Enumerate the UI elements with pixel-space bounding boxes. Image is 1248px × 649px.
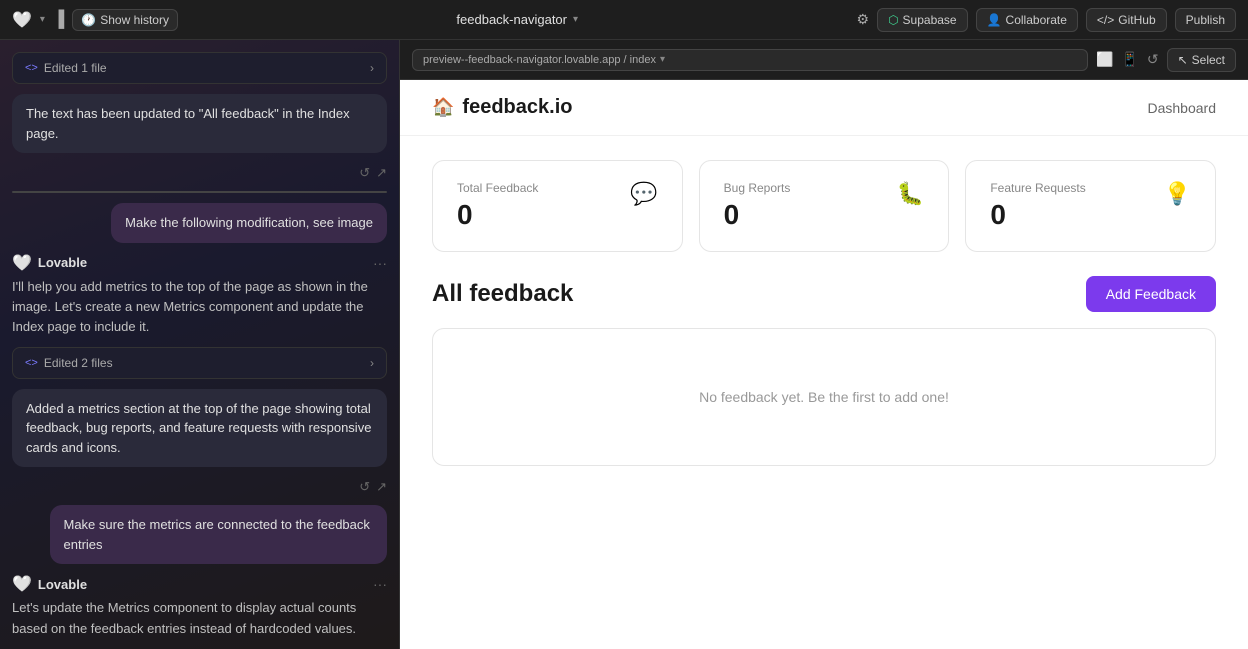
collaborate-button[interactable]: 👤 Collaborate bbox=[976, 8, 1078, 32]
refresh-icon-2[interactable]: ↺ bbox=[359, 479, 370, 495]
preview-top-bar: preview--feedback-navigator.lovable.app … bbox=[400, 40, 1248, 80]
url-bar[interactable]: preview--feedback-navigator.lovable.app … bbox=[412, 49, 1088, 71]
app-logo: 🏠 feedback.io bbox=[432, 96, 572, 119]
chat-messages: <> Edited 1 file › The text has been upd… bbox=[0, 40, 399, 649]
preview-actions: ⬜ 📱 ↺ ↖ Select bbox=[1096, 48, 1236, 72]
history-icon: 🕐 bbox=[81, 13, 96, 27]
main-area: <> Edited 1 file › The text has been upd… bbox=[0, 40, 1248, 649]
show-history-button[interactable]: 🕐 Show history bbox=[72, 9, 178, 31]
chat-message-2: Added a metrics section at the top of th… bbox=[12, 389, 387, 468]
bug-icon: 🐛 bbox=[897, 181, 924, 207]
feedback-empty: No feedback yet. Be the first to add one… bbox=[432, 328, 1216, 466]
total-feedback-label: Total Feedback bbox=[457, 181, 538, 195]
dashboard-label: Dashboard bbox=[1148, 100, 1217, 116]
github-icon: </> bbox=[1097, 13, 1114, 27]
metric-card-features: Feature Requests 0 💡 bbox=[965, 160, 1216, 252]
supabase-button[interactable]: ⬡ Supabase bbox=[877, 8, 968, 32]
total-feedback-value: 0 bbox=[457, 199, 538, 231]
lovable-heart-icon-2: 🤍 bbox=[12, 574, 32, 594]
chat-message-1: The text has been updated to "All feedba… bbox=[12, 94, 387, 153]
collaborate-icon: 👤 bbox=[987, 13, 1002, 27]
chat-panel: <> Edited 1 file › The text has been upd… bbox=[0, 40, 400, 649]
publish-button[interactable]: Publish bbox=[1175, 8, 1236, 32]
feedback-section: All feedback Add Feedback No feedback ye… bbox=[400, 268, 1248, 490]
more-icon-2[interactable]: ··· bbox=[373, 576, 387, 592]
lovable-logo: 🤍 bbox=[12, 10, 32, 30]
app-content: 🏠 feedback.io Dashboard Total Feedback 0… bbox=[400, 80, 1248, 649]
feature-requests-label: Feature Requests bbox=[990, 181, 1085, 195]
app-header: 🏠 feedback.io Dashboard bbox=[400, 80, 1248, 136]
external-link-icon[interactable]: ↗ bbox=[376, 165, 387, 181]
screenshot-image: Add metrics here bbox=[13, 192, 386, 193]
refresh-icon[interactable]: ↺ bbox=[359, 165, 370, 181]
project-name: feedback-navigator bbox=[456, 12, 567, 27]
user-prompt-1: Make the following modification, see ima… bbox=[111, 203, 387, 243]
select-button[interactable]: ↖ Select bbox=[1167, 48, 1236, 72]
top-bar: 🤍 ▾ ▐ 🕐 Show history feedback-navigator … bbox=[0, 0, 1248, 40]
feedback-title: All feedback bbox=[432, 280, 573, 308]
chevron-down-icon: ▾ bbox=[40, 14, 45, 25]
screenshot-container: Add metrics here bbox=[12, 191, 387, 193]
feedback-header: All feedback Add Feedback bbox=[432, 276, 1216, 312]
bug-reports-label: Bug Reports bbox=[724, 181, 791, 195]
gear-icon[interactable]: ⚙ bbox=[857, 11, 870, 28]
metric-card-total: Total Feedback 0 💬 bbox=[432, 160, 683, 252]
metrics-grid: Total Feedback 0 💬 Bug Reports 0 🐛 Featu… bbox=[400, 136, 1248, 268]
github-button[interactable]: </> GitHub bbox=[1086, 8, 1167, 32]
lightbulb-icon: 💡 bbox=[1164, 181, 1191, 207]
home-icon: 🏠 bbox=[432, 97, 454, 118]
lovable-message-1: 🤍 Lovable ··· I'll help you add metrics … bbox=[12, 253, 387, 337]
bug-reports-value: 0 bbox=[724, 199, 791, 231]
edited-2-files-bar-1[interactable]: <> Edited 2 files › bbox=[12, 347, 387, 379]
refresh-preview-icon[interactable]: ↺ bbox=[1147, 51, 1159, 68]
expand-icon-2: › bbox=[370, 356, 374, 370]
message-actions-1: ↺ ↗ bbox=[12, 165, 387, 181]
project-chevron-icon: ▾ bbox=[573, 14, 578, 25]
lovable-message-2: 🤍 Lovable ··· Let's update the Metrics c… bbox=[12, 574, 387, 638]
code-icon: <> bbox=[25, 62, 38, 74]
top-bar-left: 🤍 ▾ ▐ 🕐 Show history bbox=[12, 9, 178, 31]
desktop-icon[interactable]: ⬜ bbox=[1096, 51, 1113, 68]
preview-panel: preview--feedback-navigator.lovable.app … bbox=[400, 40, 1248, 649]
expand-icon: › bbox=[370, 61, 374, 75]
top-bar-center: feedback-navigator ▾ bbox=[190, 12, 845, 27]
cursor-icon: ↖ bbox=[1178, 53, 1188, 67]
feature-requests-value: 0 bbox=[990, 199, 1085, 231]
url-chevron-icon: ▾ bbox=[660, 54, 665, 65]
add-feedback-button[interactable]: Add Feedback bbox=[1086, 276, 1216, 312]
lovable-heart-icon: 🤍 bbox=[12, 253, 32, 273]
metric-card-bugs: Bug Reports 0 🐛 bbox=[699, 160, 950, 252]
edited-1-file-bar[interactable]: <> Edited 1 file › bbox=[12, 52, 387, 84]
sidebar-toggle-icon[interactable]: ▐ bbox=[53, 11, 64, 29]
mobile-icon[interactable]: 📱 bbox=[1121, 51, 1138, 68]
top-bar-right: ⚙ ⬡ Supabase 👤 Collaborate </> GitHub Pu… bbox=[857, 8, 1237, 32]
user-prompt-2: Make sure the metrics are connected to t… bbox=[50, 505, 388, 564]
supabase-icon: ⬡ bbox=[888, 13, 898, 27]
chat-icon: 💬 bbox=[630, 181, 657, 207]
code-icon-2: <> bbox=[25, 357, 38, 369]
message-actions-2: ↺ ↗ bbox=[12, 479, 387, 495]
external-link-icon-2[interactable]: ↗ bbox=[376, 479, 387, 495]
more-icon[interactable]: ··· bbox=[373, 255, 387, 271]
